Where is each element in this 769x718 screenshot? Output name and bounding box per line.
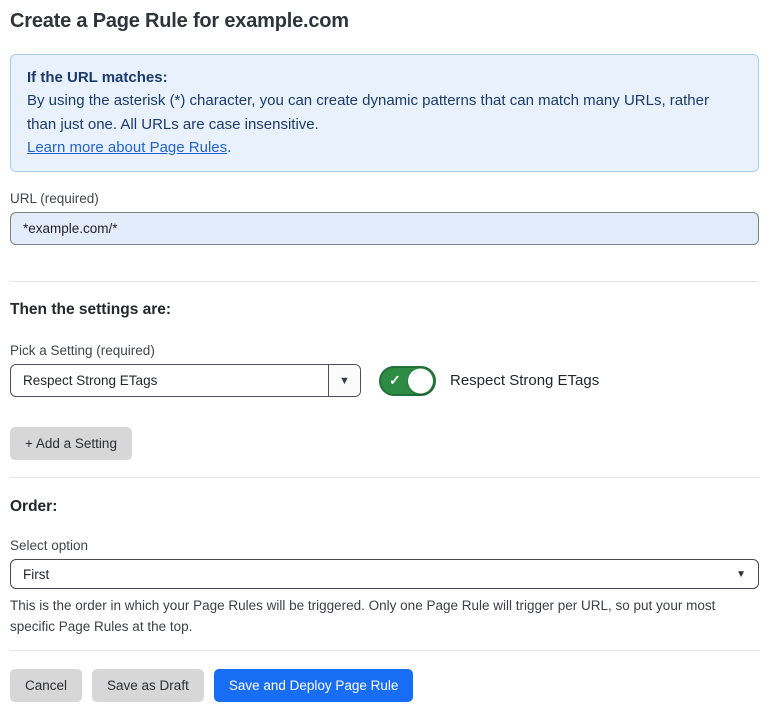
setting-row: Respect Strong ETags ▼ ✓ Respect Strong …: [10, 364, 759, 397]
learn-more-link[interactable]: Learn more about Page Rules: [27, 139, 227, 156]
page-rule-form: Create a Page Rule for example.com If th…: [0, 0, 769, 702]
order-help-text: This is the order in which your Page Rul…: [10, 596, 755, 638]
order-select[interactable]: First ▼: [10, 559, 759, 589]
divider: [10, 650, 759, 651]
setting-toggle[interactable]: ✓: [379, 366, 436, 396]
url-input[interactable]: [10, 212, 759, 245]
url-field-label: URL (required): [10, 191, 759, 206]
settings-section-heading: Then the settings are:: [10, 301, 759, 319]
save-deploy-button[interactable]: Save and Deploy Page Rule: [214, 669, 414, 702]
setting-select[interactable]: Respect Strong ETags ▼: [10, 364, 361, 397]
save-draft-button[interactable]: Save as Draft: [92, 669, 204, 702]
page-title: Create a Page Rule for example.com: [10, 10, 759, 33]
url-match-info-box: If the URL matches: By using the asteris…: [10, 54, 759, 172]
info-box-body: By using the asterisk (*) character, you…: [27, 89, 742, 136]
divider: [10, 477, 759, 478]
order-section-heading: Order:: [10, 498, 759, 516]
add-setting-button[interactable]: + Add a Setting: [10, 427, 132, 460]
cancel-button[interactable]: Cancel: [10, 669, 82, 702]
setting-toggle-label: Respect Strong ETags: [450, 372, 599, 389]
info-box-heading: If the URL matches:: [27, 66, 742, 89]
toggle-knob: [408, 368, 433, 393]
link-suffix: .: [227, 139, 231, 156]
check-icon: ✓: [389, 372, 401, 389]
divider: [10, 281, 759, 282]
footer-actions: Cancel Save as Draft Save and Deploy Pag…: [10, 669, 759, 702]
setting-picker-label: Pick a Setting (required): [10, 343, 759, 358]
chevron-down-icon: ▼: [339, 375, 350, 387]
setting-select-value: Respect Strong ETags: [11, 365, 328, 396]
setting-select-arrow-button[interactable]: ▼: [328, 365, 360, 396]
info-box-link-line: Learn more about Page Rules.: [27, 136, 742, 159]
chevron-down-icon: ▼: [736, 569, 746, 580]
setting-toggle-wrap: ✓ Respect Strong ETags: [379, 366, 599, 396]
order-select-value: First: [23, 567, 49, 582]
order-select-label: Select option: [10, 538, 759, 553]
